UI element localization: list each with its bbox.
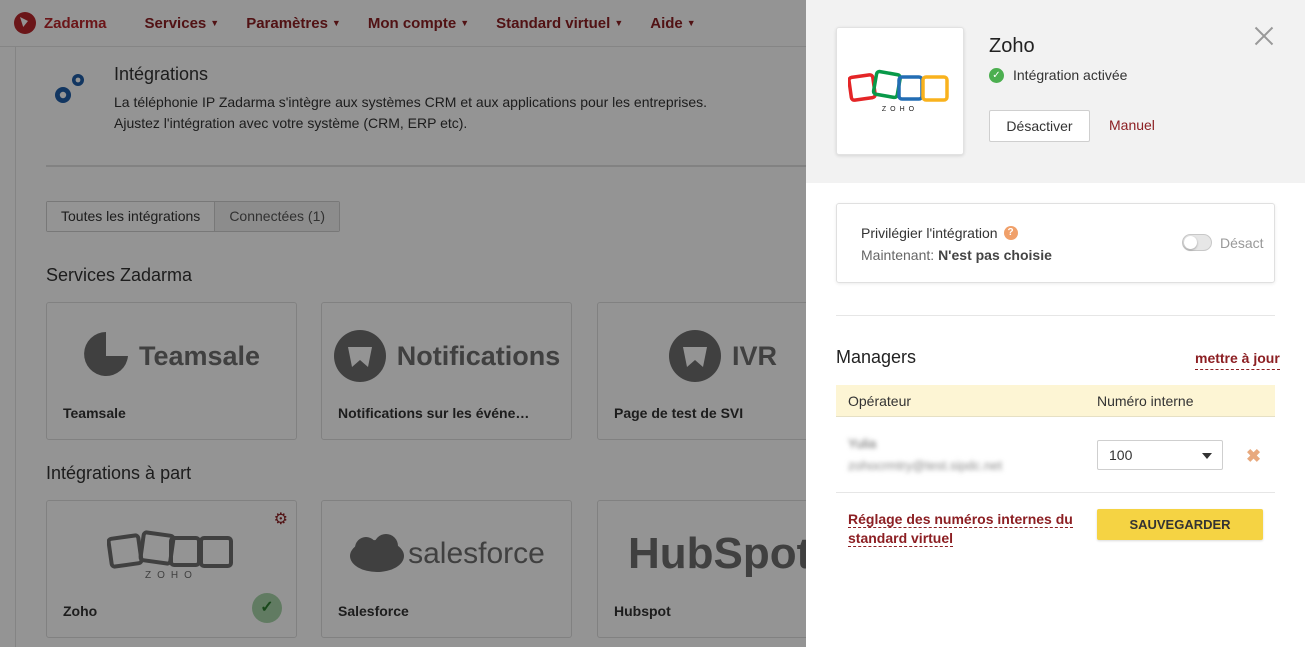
zoho-logo: ZOHO bbox=[836, 27, 964, 155]
managers-table-header: Opérateur Numéro interne bbox=[836, 385, 1275, 417]
priority-title: Privilégier l'intégration ? bbox=[861, 225, 1018, 241]
integration-drawer: ZOHO Zoho ✓ Intégration activée Désactiv… bbox=[806, 0, 1305, 647]
update-managers-link[interactable]: mettre à jour bbox=[1195, 350, 1280, 370]
table-row: Yulia zohocrmtry@test.sipdc.net 100 ✖ bbox=[836, 418, 1275, 493]
close-icon[interactable] bbox=[1252, 24, 1276, 48]
deactivate-button[interactable]: Désactiver bbox=[989, 110, 1090, 142]
zoho-logo-icon bbox=[848, 69, 949, 102]
help-icon[interactable]: ? bbox=[1003, 226, 1018, 240]
save-button[interactable]: SAUVEGARDER bbox=[1097, 509, 1263, 540]
integration-status: ✓ Intégration activée bbox=[989, 67, 1127, 83]
remove-icon[interactable]: ✖ bbox=[1246, 446, 1261, 467]
manager-email: zohocrmtry@test.sipdc.net bbox=[848, 458, 1003, 473]
priority-box: Privilégier l'intégration ? Maintenant: … bbox=[836, 203, 1275, 283]
toggle-knob bbox=[1184, 236, 1197, 249]
priority-current-value: N'est pas choisie bbox=[938, 247, 1052, 263]
drawer-title: Zoho bbox=[989, 35, 1035, 57]
caret-down-icon bbox=[1202, 453, 1212, 459]
extension-settings-link[interactable]: Réglage des numéros internes du standard… bbox=[848, 510, 1073, 548]
drawer-header: ZOHO Zoho ✓ Intégration activée Désactiv… bbox=[806, 0, 1305, 183]
zoho-logo-text: ZOHO bbox=[881, 106, 919, 113]
status-text: Intégration activée bbox=[1013, 67, 1128, 83]
extension-value: 100 bbox=[1109, 447, 1133, 463]
priority-current-prefix: Maintenant: bbox=[861, 247, 939, 263]
priority-title-text: Privilégier l'intégration bbox=[861, 225, 998, 241]
priority-current: Maintenant: N'est pas choisie bbox=[861, 247, 1052, 263]
column-header-operator: Opérateur bbox=[848, 393, 912, 409]
divider bbox=[836, 315, 1275, 316]
manager-name: Yulia bbox=[848, 436, 877, 451]
manual-link[interactable]: Manuel bbox=[1109, 117, 1155, 133]
extension-settings-link-text: Réglage des numéros internes du standard… bbox=[848, 511, 1073, 547]
toggle-label: Désact bbox=[1220, 235, 1264, 251]
managers-title: Managers bbox=[836, 347, 917, 367]
modal-backdrop[interactable] bbox=[0, 0, 806, 647]
check-circle-icon: ✓ bbox=[989, 67, 1004, 83]
column-header-extension: Numéro interne bbox=[1097, 393, 1194, 409]
priority-toggle[interactable] bbox=[1182, 234, 1212, 251]
extension-select[interactable]: 100 bbox=[1097, 440, 1223, 470]
